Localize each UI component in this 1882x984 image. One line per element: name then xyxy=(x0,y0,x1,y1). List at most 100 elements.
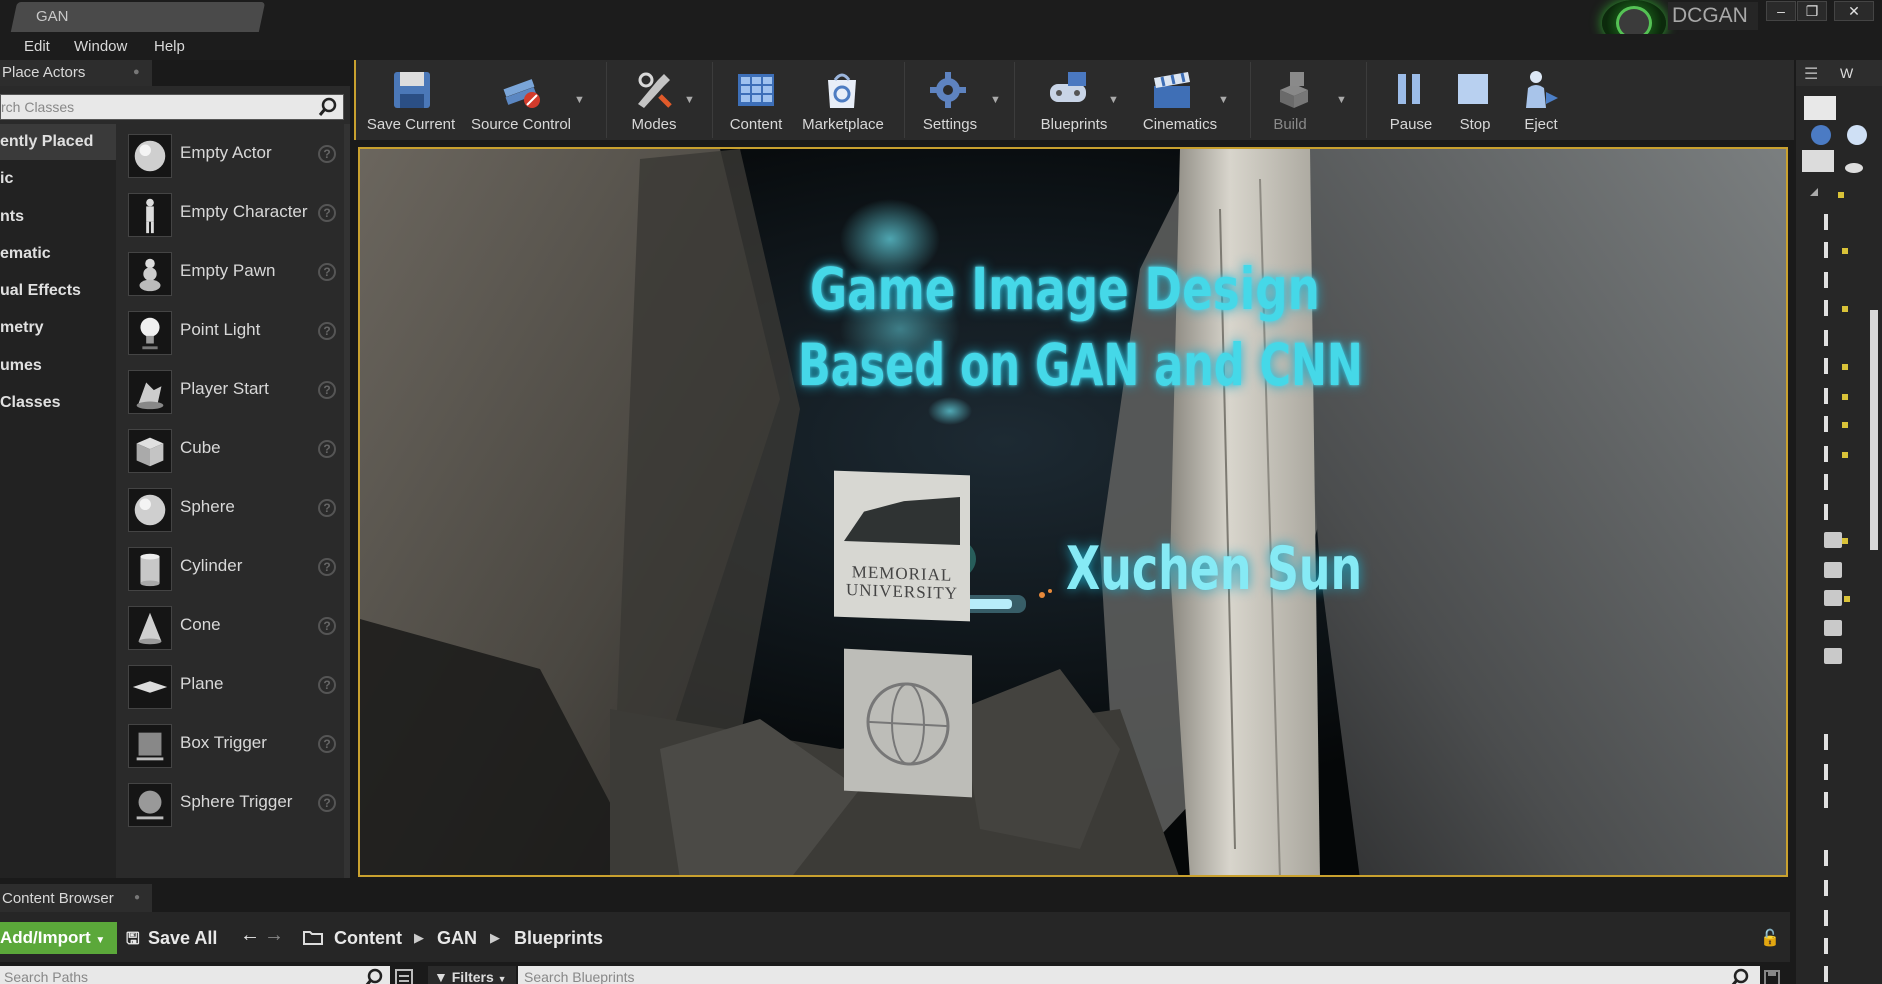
sphere-thumbnail-icon xyxy=(128,134,172,178)
breadcrumb-arrow-icon[interactable]: ▶ xyxy=(490,930,500,946)
stop-icon xyxy=(1458,74,1488,104)
save-search-icon[interactable] xyxy=(1762,968,1782,984)
category-cinematic[interactable]: ematic xyxy=(0,236,116,272)
close-button[interactable]: ✕ xyxy=(1834,1,1874,21)
help-icon[interactable]: ? xyxy=(318,440,336,458)
globe-emblem-icon xyxy=(866,682,950,766)
search-paths-input[interactable]: Search Paths xyxy=(0,966,390,984)
marketplace-button[interactable]: Marketplace xyxy=(796,60,890,140)
maximize-button[interactable]: ❐ xyxy=(1797,1,1827,21)
cinematics-button[interactable]: Cinematics ▼ xyxy=(1130,60,1230,140)
gear-icon xyxy=(930,72,966,108)
help-icon[interactable]: ? xyxy=(318,499,336,517)
scene-title-line-1: Game Image Design xyxy=(810,255,1320,323)
save-current-button[interactable]: Save Current xyxy=(366,60,456,140)
plane-icon xyxy=(128,665,172,709)
breadcrumb-blueprints[interactable]: Blueprints xyxy=(514,928,603,949)
blueprints-button[interactable]: Blueprints ▼ xyxy=(1024,60,1124,140)
actor-point-light[interactable]: Point Light ? xyxy=(118,307,344,359)
actor-cylinder[interactable]: Cylinder ? xyxy=(118,543,344,595)
menu-window[interactable]: Window xyxy=(74,38,127,55)
category-volumes[interactable]: umes xyxy=(0,348,116,384)
sign-banner-graphic xyxy=(844,497,960,546)
source-control-button[interactable]: Source Control ▼ xyxy=(466,60,585,140)
actor-label: Cube xyxy=(180,438,221,457)
search-classes-input[interactable]: rch Classes xyxy=(0,94,344,120)
actor-sphere[interactable]: Sphere ? xyxy=(118,484,344,536)
list-view-icon[interactable] xyxy=(394,968,414,984)
settings-button[interactable]: Settings ▼ xyxy=(910,60,1001,140)
help-icon[interactable]: ? xyxy=(318,617,336,635)
eject-button[interactable]: Eject xyxy=(1506,60,1576,140)
actor-plane[interactable]: Plane ? xyxy=(118,661,344,713)
build-button[interactable]: Build ▼ xyxy=(1260,60,1350,140)
level-viewport[interactable]: Game Image Design Based on GAN and CNN X… xyxy=(358,147,1788,877)
chevron-down-icon[interactable]: ▼ xyxy=(684,94,695,106)
modes-tools-icon xyxy=(638,72,672,108)
menu-edit[interactable]: Edit xyxy=(24,38,50,55)
lock-icon[interactable]: 🔓 xyxy=(1760,928,1780,948)
add-import-button[interactable]: Add/Import ▼ xyxy=(0,922,117,954)
content-browser-tab[interactable]: Content Browser ● xyxy=(0,884,152,912)
app-name-label: DCGAN xyxy=(1668,2,1758,30)
chevron-down-icon[interactable]: ▼ xyxy=(1108,94,1119,106)
world-outliner-tab[interactable]: ☰ W xyxy=(1796,60,1882,86)
actor-empty-actor[interactable]: Empty Actor ? xyxy=(118,130,344,182)
save-icon[interactable]: 🖫 xyxy=(126,928,140,955)
search-icon[interactable] xyxy=(1730,968,1750,984)
search-icon[interactable] xyxy=(318,97,338,117)
chevron-down-icon[interactable]: ▼ xyxy=(990,94,1001,106)
modes-button[interactable]: Modes ▼ xyxy=(614,60,695,140)
actor-cone[interactable]: Cone ? xyxy=(118,602,344,654)
category-recently-placed[interactable]: ently Placed xyxy=(0,124,116,160)
category-all-classes[interactable]: Classes xyxy=(0,385,116,421)
place-actors-tab[interactable]: Place Actors ● xyxy=(0,60,152,86)
category-geometry[interactable]: metry xyxy=(0,310,116,346)
help-icon[interactable]: ? xyxy=(318,735,336,753)
actor-cube[interactable]: Cube ? xyxy=(118,425,344,477)
search-icon[interactable] xyxy=(364,968,384,984)
outliner-visibility-column[interactable] xyxy=(1800,92,1882,984)
sign-line-2: UNIVERSITY xyxy=(846,580,958,603)
left-panel-scrollbar[interactable] xyxy=(344,124,350,878)
chevron-down-icon[interactable]: ▼ xyxy=(1218,94,1229,106)
close-tab-icon[interactable]: ● xyxy=(133,66,140,78)
chevron-down-icon[interactable]: ▼ xyxy=(1336,94,1347,106)
help-icon[interactable]: ? xyxy=(318,381,336,399)
help-icon[interactable]: ? xyxy=(318,204,336,222)
category-basic[interactable]: ic xyxy=(0,161,116,197)
save-all-button[interactable]: Save All xyxy=(148,928,217,949)
search-blueprints-input[interactable]: Search Blueprints xyxy=(518,966,1760,984)
category-visual-effects[interactable]: ual Effects xyxy=(0,273,116,309)
back-arrow-icon[interactable]: ← xyxy=(240,924,260,947)
breadcrumb-arrow-icon[interactable]: ▶ xyxy=(414,930,424,946)
box-trigger-icon xyxy=(128,724,172,768)
help-icon[interactable]: ? xyxy=(318,145,336,163)
breadcrumb-content[interactable]: Content xyxy=(334,928,402,949)
help-icon[interactable]: ? xyxy=(318,558,336,576)
folder-icon[interactable] xyxy=(302,928,324,946)
minimize-button[interactable]: – xyxy=(1766,1,1796,21)
forward-arrow-icon[interactable]: → xyxy=(264,924,284,947)
breadcrumb-gan[interactable]: GAN xyxy=(437,928,477,949)
menu-help[interactable]: Help xyxy=(154,38,185,55)
actor-sphere-trigger[interactable]: Sphere Trigger ? xyxy=(118,779,344,831)
document-tab-label[interactable]: GAN xyxy=(36,8,69,25)
actor-box-trigger[interactable]: Box Trigger ? xyxy=(118,720,344,772)
help-icon[interactable]: ? xyxy=(318,676,336,694)
cube-icon xyxy=(128,429,172,473)
marketplace-bag-icon xyxy=(828,73,856,108)
actor-empty-pawn[interactable]: Empty Pawn ? xyxy=(118,248,344,300)
scene-title-line-2: Based on GAN and CNN xyxy=(798,331,1363,399)
filters-button[interactable]: ▼ Filters ▼ xyxy=(428,966,516,984)
actor-player-start[interactable]: Player Start ? xyxy=(118,366,344,418)
help-icon[interactable]: ? xyxy=(318,794,336,812)
memorial-university-sign: MEMORIAL UNIVERSITY xyxy=(834,470,970,622)
chevron-down-icon[interactable]: ▼ xyxy=(574,94,585,106)
close-tab-icon[interactable]: ● xyxy=(134,892,140,903)
title-bar: GAN DCGAN – ❐ ✕ xyxy=(0,0,1882,46)
actor-empty-character[interactable]: Empty Character ? xyxy=(118,189,344,241)
help-icon[interactable]: ? xyxy=(318,322,336,340)
help-icon[interactable]: ? xyxy=(318,263,336,281)
category-lights[interactable]: nts xyxy=(0,199,116,235)
